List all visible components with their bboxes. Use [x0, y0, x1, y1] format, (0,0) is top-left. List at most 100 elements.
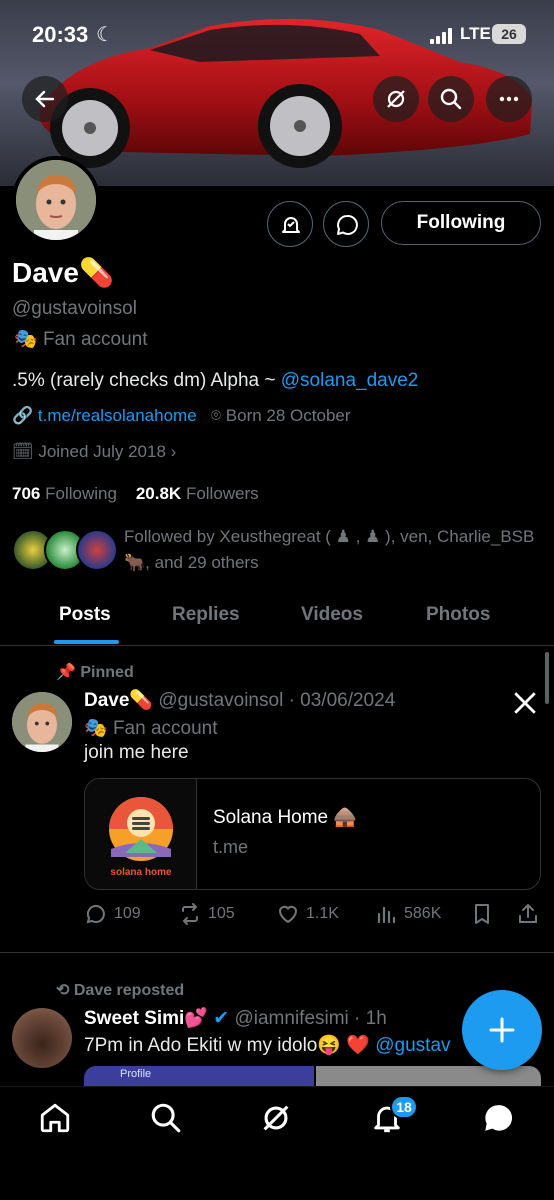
heart-icon	[278, 905, 298, 924]
media-profile-label: Profile	[120, 1068, 152, 1080]
status-bar: 20:33 ☾ LTE 26	[0, 0, 554, 70]
battery-icon: 26	[492, 24, 526, 44]
following-count-link[interactable]: 706 Following	[12, 484, 117, 503]
tab-videos[interactable]: Videos	[301, 604, 363, 626]
message-button[interactable]	[323, 201, 369, 247]
repost-count: 105	[208, 905, 235, 922]
verified-badge-icon: ✔	[213, 1008, 230, 1029]
home-icon[interactable]	[38, 1101, 72, 1135]
follower-avatar	[76, 529, 118, 571]
search-button[interactable]	[428, 76, 474, 122]
grok-button[interactable]	[373, 76, 419, 122]
bio-mention-link[interactable]: @solana_dave2	[281, 370, 419, 391]
reply-count: 109	[114, 905, 141, 922]
tab-photos[interactable]: Photos	[426, 604, 490, 626]
following-count: 706	[12, 484, 41, 503]
bottom-navigation: 18	[0, 1086, 554, 1200]
link-icon: 🔗	[12, 406, 34, 425]
post-avatar[interactable]	[12, 692, 72, 752]
repost-media[interactable]: Profile	[84, 1066, 541, 1086]
post-category-label: Fan account	[112, 718, 218, 739]
scrollbar[interactable]	[545, 652, 549, 704]
grok-icon	[387, 90, 405, 108]
followed-by-text[interactable]: Followed by Xeusthegreat ( ♟ , ♟ ), ven,…	[124, 524, 544, 576]
following-button[interactable]: Following	[381, 201, 541, 245]
link-card-image: solana home	[85, 779, 197, 889]
back-button[interactable]	[22, 76, 68, 122]
view-count: 586K	[404, 905, 442, 922]
post-category: 🎭 Fan account	[84, 716, 218, 740]
post-handle-date: @gustavoinsol · 03/06/2024	[158, 690, 396, 711]
followers-count-link[interactable]: 20.8K Followers	[136, 484, 259, 503]
link-card-title: Solana Home 🛖	[213, 807, 358, 828]
back-arrow-icon	[35, 90, 55, 108]
bio-text: .5% (rarely checks dm) Alpha ~	[12, 370, 281, 391]
profile-avatar[interactable]	[12, 156, 100, 244]
post-author[interactable]: Dave	[84, 690, 129, 711]
profile-meta-row: 🔗 t.me/realsolanahome ⌾ Born 28 October	[12, 406, 351, 426]
link-card[interactable]: solana home Solana Home 🛖 t.me	[84, 778, 541, 890]
moon-icon: ☾	[96, 24, 114, 46]
repost-author[interactable]: Sweet Simi💕	[84, 1008, 208, 1029]
pill-emoji-icon: 💊	[129, 690, 154, 711]
followers-label: Followers	[185, 484, 259, 503]
search-icon	[440, 88, 462, 110]
location-pin-icon: ⌾	[210, 406, 222, 425]
search-icon[interactable]	[149, 1101, 183, 1135]
theater-mask-icon: 🎭	[14, 329, 38, 350]
message-icon	[337, 214, 358, 235]
joined-row[interactable]: 🗓 Joined July 2018 ›	[12, 442, 176, 462]
network-label: LTE	[460, 24, 491, 43]
calendar-icon: 🗓	[12, 442, 34, 461]
views-icon	[377, 906, 396, 924]
pinned-text: Pinned	[80, 664, 134, 681]
avatar-face-image	[12, 692, 72, 752]
repost-author-avatar[interactable]	[12, 1008, 72, 1068]
grok-icon[interactable]	[259, 1101, 293, 1135]
followed-by-avatars[interactable]	[12, 529, 118, 573]
compose-post-button[interactable]	[462, 990, 542, 1070]
theater-mask-icon: 🎭	[84, 718, 108, 739]
link-card-domain: t.me	[213, 837, 249, 857]
avatar-face-image	[16, 160, 96, 240]
messages-icon[interactable]	[481, 1101, 515, 1135]
repost-handle-time: @iamnifesimi · 1h	[234, 1008, 387, 1029]
notifications-badge: 18	[390, 1095, 418, 1119]
plus-icon	[489, 1017, 515, 1043]
notifications-subscribe-button[interactable]	[267, 201, 313, 247]
profile-tabs: Posts Replies Videos Photos	[0, 590, 554, 646]
repost-button[interactable]: 105	[178, 900, 235, 928]
logo-text: solana home	[110, 867, 172, 878]
profile-category: 🎭 Fan account	[14, 327, 148, 351]
media-image-left: Profile	[84, 1066, 314, 1086]
post-actions: 109 105 1.1K 586K	[84, 900, 544, 928]
profile-banner[interactable]: 20:33 ☾ LTE 26	[0, 0, 554, 186]
joined-date: Joined July 2018	[38, 442, 166, 461]
website-link[interactable]: t.me/realsolanahome	[38, 406, 197, 425]
like-count: 1.1K	[306, 905, 339, 922]
tab-replies[interactable]: Replies	[172, 604, 240, 626]
more-options-button[interactable]	[486, 76, 532, 122]
reply-icon	[86, 904, 105, 924]
bookmark-button[interactable]	[470, 900, 494, 928]
views-button[interactable]: 586K	[374, 900, 441, 928]
share-icon	[519, 903, 537, 923]
profile-name-text: Dave	[12, 257, 79, 288]
share-button[interactable]	[516, 900, 540, 928]
post-header: Dave💊 @gustavoinsol · 03/06/2024	[84, 688, 395, 712]
post-divider	[0, 952, 554, 953]
repost-icon	[182, 903, 198, 925]
repost-text: 7Pm in Ado Ekiti w my idolo😝 ❤️ @gustav	[84, 1033, 464, 1057]
like-button[interactable]: 1.1K	[276, 900, 339, 928]
follow-counts: 706 Following 20.8K Followers	[12, 484, 259, 504]
following-label: Following	[45, 484, 117, 503]
profile-bio: .5% (rarely checks dm) Alpha ~ @solana_d…	[12, 370, 418, 392]
chevron-right-icon: ›	[170, 442, 177, 461]
repost-mention-link[interactable]: @gustav	[375, 1035, 450, 1056]
pinned-label: 📌 Pinned	[56, 662, 134, 682]
repost-text-body: 7Pm in Ado Ekiti w my idolo😝 ❤️	[84, 1035, 376, 1056]
solana-home-logo: solana home	[109, 797, 173, 878]
x-logo-icon	[514, 692, 536, 714]
reply-button[interactable]: 109	[84, 900, 141, 928]
tab-posts[interactable]: Posts	[59, 604, 111, 626]
